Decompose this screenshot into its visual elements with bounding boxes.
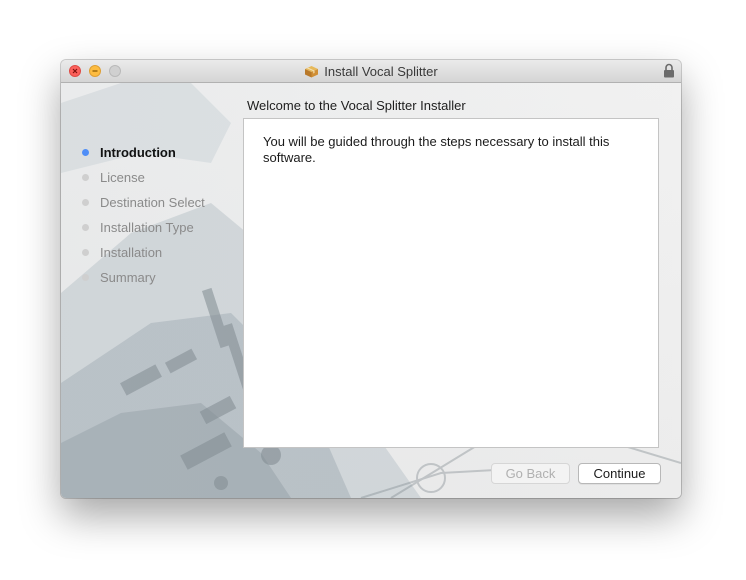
introduction-text: You will be guided through the steps nec… [263, 134, 610, 165]
window-title-text: Install Vocal Splitter [324, 63, 438, 79]
step-indicator-dot [82, 174, 89, 181]
lock-icon [664, 63, 674, 78]
installer-content: Welcome to the Vocal Splitter Installer … [61, 83, 681, 498]
step-installation: Installation [81, 240, 205, 265]
step-label: Installation Type [100, 220, 194, 235]
step-indicator-dot [82, 274, 89, 281]
title-bar[interactable]: Install Vocal Splitter [61, 60, 681, 83]
installer-steps: Introduction License Destination Select … [81, 140, 205, 290]
step-label: Destination Select [100, 195, 205, 210]
step-introduction: Introduction [81, 140, 205, 165]
step-license: License [81, 165, 205, 190]
window-title: Install Vocal Splitter [61, 60, 681, 82]
installer-heading: Welcome to the Vocal Splitter Installer [247, 98, 466, 113]
step-indicator-dot [82, 224, 89, 231]
step-destination-select: Destination Select [81, 190, 205, 215]
step-label: License [100, 170, 145, 185]
step-label: Summary [100, 270, 156, 285]
package-icon [305, 65, 319, 77]
step-installation-type: Installation Type [81, 215, 205, 240]
step-label: Introduction [100, 145, 176, 160]
go-back-button: Go Back [491, 463, 570, 484]
step-indicator-dot [82, 199, 89, 206]
continue-button[interactable]: Continue [578, 463, 661, 484]
step-indicator-dot [82, 149, 89, 156]
step-label: Installation [100, 245, 163, 260]
step-indicator-dot [82, 249, 89, 256]
installer-window: Install Vocal Splitter Welcome to the Vo… [61, 60, 681, 498]
step-summary: Summary [81, 265, 205, 290]
introduction-panel: You will be guided through the steps nec… [243, 118, 659, 448]
